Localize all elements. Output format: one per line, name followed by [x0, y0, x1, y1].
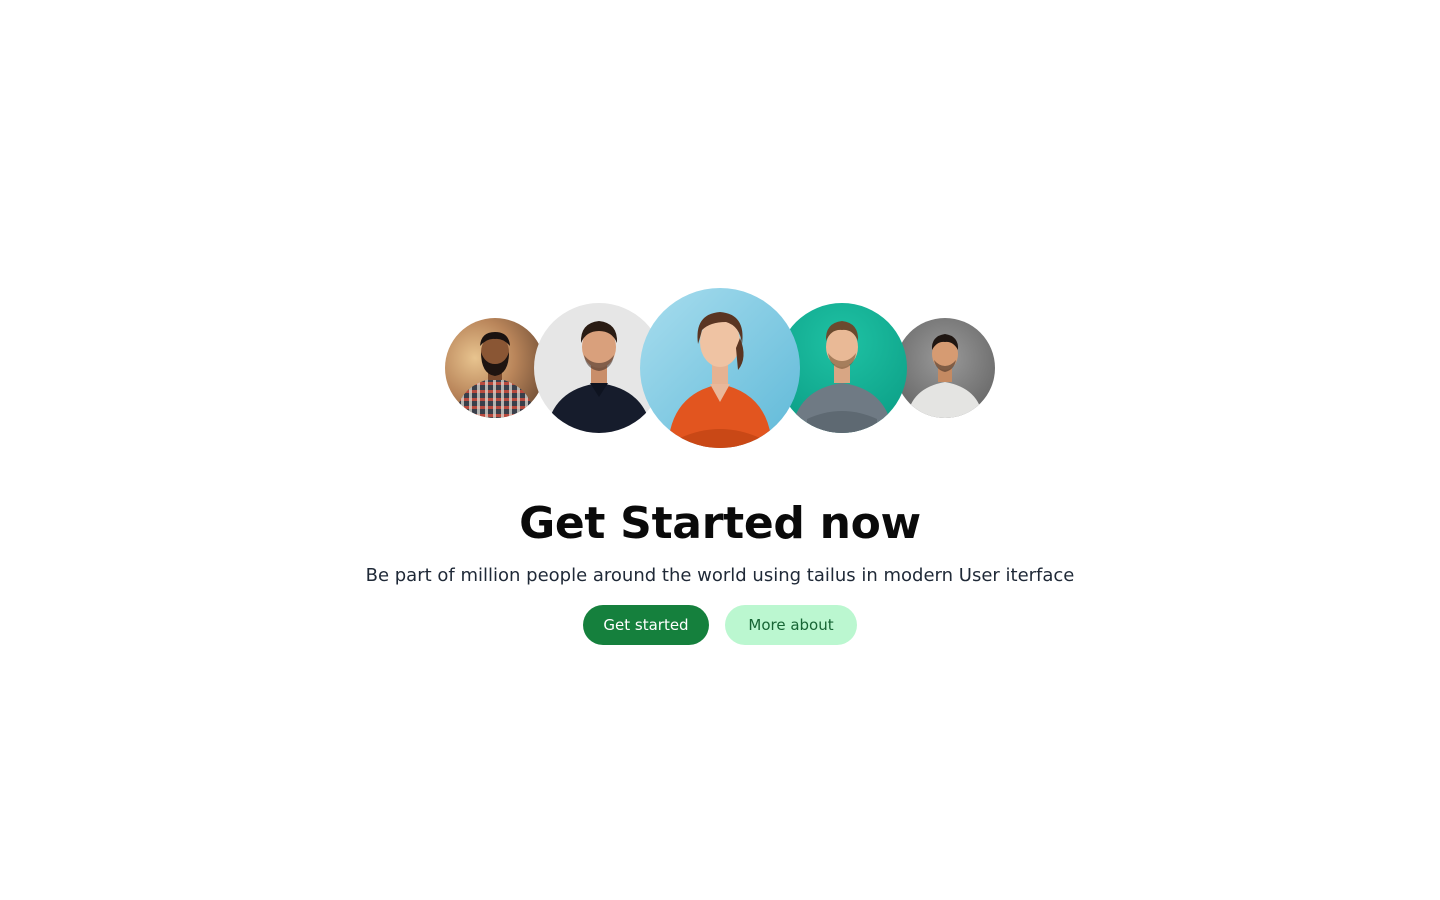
page-subtitle: Be part of million people around the wor…	[365, 565, 1075, 586]
page: Get Started now Be part of million peopl…	[0, 0, 1440, 900]
avatar-image	[445, 318, 545, 418]
avatar-bearded-man-plaid-shirt	[445, 318, 545, 418]
get-started-button[interactable]: Get started	[583, 605, 709, 645]
page-title: Get Started now	[519, 498, 921, 549]
avatar-woman-orange-shirt	[640, 288, 800, 448]
avatar-image	[895, 318, 995, 418]
avatar-group	[0, 0, 1440, 460]
avatar-man-white-tshirt	[895, 318, 995, 418]
more-about-button[interactable]: More about	[725, 605, 857, 645]
avatar-image	[640, 288, 800, 448]
